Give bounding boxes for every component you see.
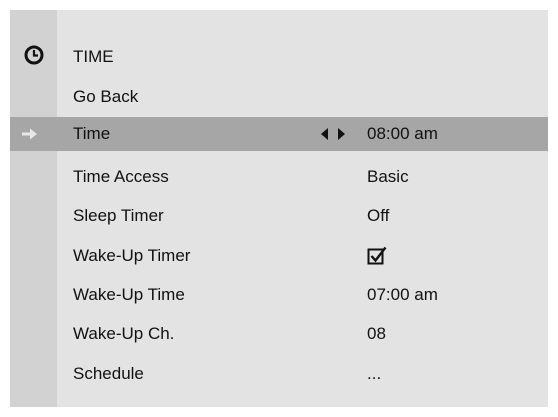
clock-icon (24, 45, 44, 65)
go-back-item[interactable]: Go Back (10, 80, 548, 114)
left-right-arrows-icon[interactable] (319, 127, 349, 141)
menu-item-value: 07:00 am (367, 285, 438, 304)
menu-item-label: Wake-Up Ch. (73, 324, 175, 343)
menu-item-label: Wake-Up Timer (73, 246, 191, 265)
menu-item-time[interactable]: Time 08:00 am (10, 117, 548, 151)
menu-item-value: Off (367, 206, 390, 225)
menu-item-value: 08 (367, 324, 386, 343)
menu-item-schedule[interactable]: Schedule ... (10, 357, 548, 391)
menu-item-wake-up-time[interactable]: Wake-Up Time 07:00 am (10, 278, 548, 312)
menu-item-sleep-timer[interactable]: Sleep Timer Off (10, 199, 548, 233)
menu-item-label: Time Access (73, 167, 169, 186)
menu-item-label: Schedule (73, 364, 144, 383)
menu-item-label: Sleep Timer (73, 206, 164, 225)
menu-item-label: Wake-Up Time (73, 285, 185, 304)
menu-item-wake-up-channel[interactable]: Wake-Up Ch. 08 (10, 317, 548, 351)
menu-item-value: 08:00 am (367, 124, 438, 143)
right-arrow-icon (22, 128, 37, 140)
menu-item-value: Basic (367, 167, 409, 186)
menu-item-label: Time (73, 124, 111, 143)
time-menu: TIME Go Back Time 08:00 am Time Access B… (10, 10, 548, 407)
menu-title: TIME (73, 47, 114, 66)
menu-item-wake-up-timer[interactable]: Wake-Up Timer (10, 239, 548, 273)
menu-item-value: ... (367, 364, 382, 383)
checked-checkbox-icon[interactable] (367, 246, 387, 266)
go-back-label: Go Back (73, 87, 139, 106)
menu-item-time-access[interactable]: Time Access Basic (10, 160, 548, 194)
